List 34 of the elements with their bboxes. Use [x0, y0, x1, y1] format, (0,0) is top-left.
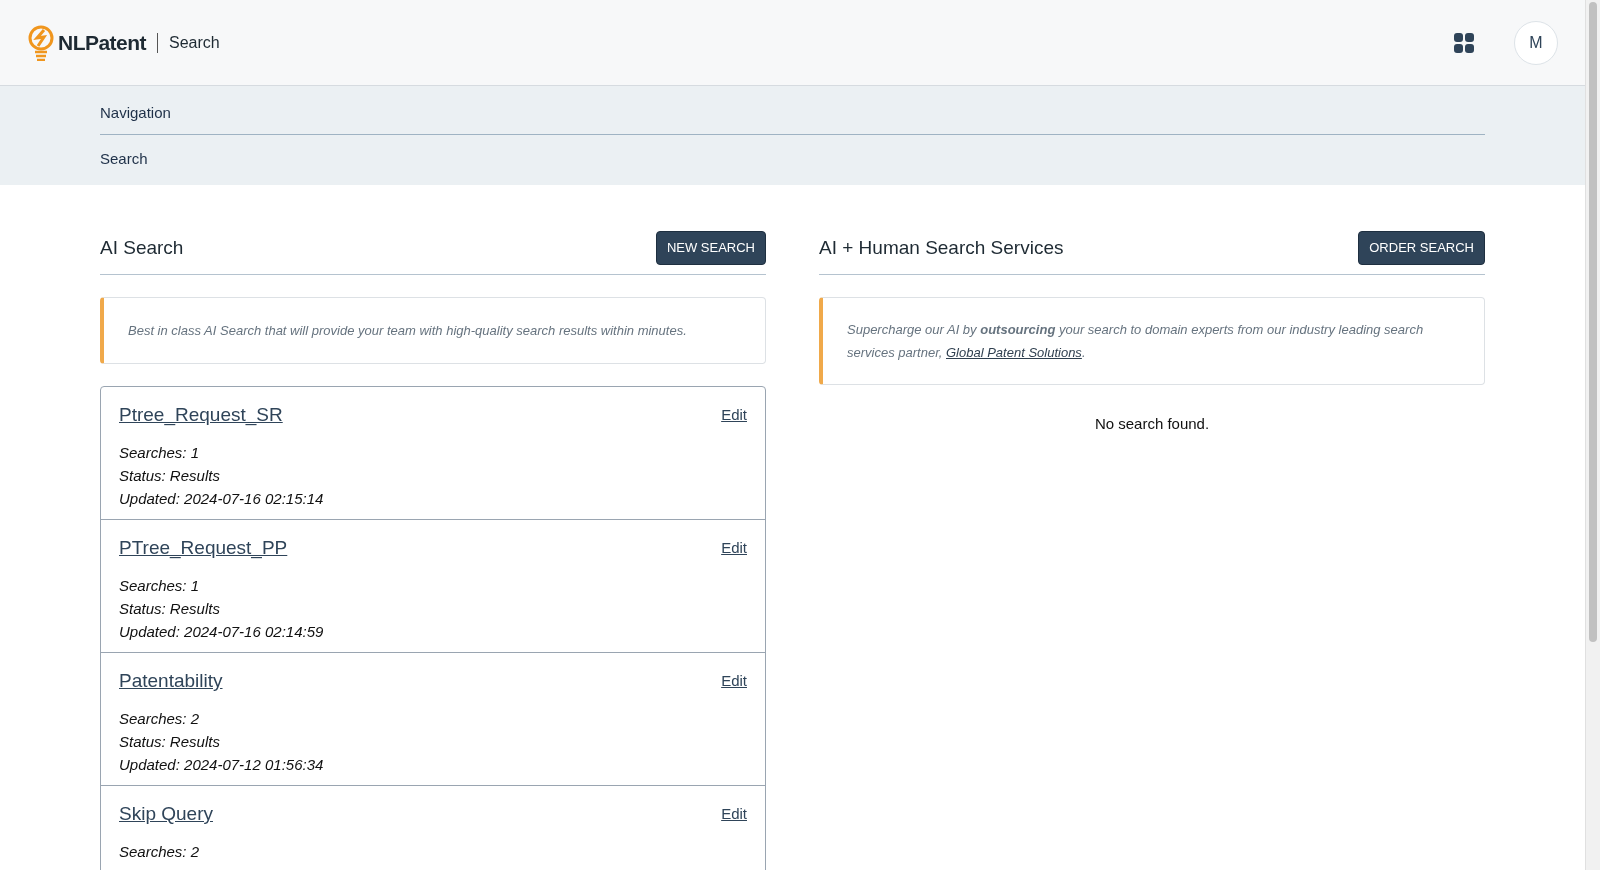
search-detail: Searches: 1: [119, 442, 201, 463]
search-name-link[interactable]: Ptree_Request_SR: [119, 401, 283, 430]
breadcrumb-link[interactable]: Search: [100, 147, 148, 170]
navigation-heading: Navigation: [100, 102, 1485, 135]
edit-link[interactable]: Edit: [721, 670, 747, 693]
search-detail: Status: Results: [119, 465, 221, 486]
new-search-button[interactable]: NEW SEARCH: [655, 231, 766, 265]
search-name-link[interactable]: Skip Query: [119, 800, 213, 829]
search-detail: Searches: 2: [119, 708, 201, 729]
search-detail: Updated: 2024-07-12 01:56:34: [119, 754, 325, 775]
search-detail: Status: Results: [119, 731, 221, 752]
section-title: AI + Human Search Services: [819, 235, 1064, 260]
search-detail: Searches: 2: [119, 841, 201, 862]
scrollbar-thumb[interactable]: [1589, 2, 1597, 642]
order-search-button[interactable]: ORDER SEARCH: [1358, 231, 1485, 265]
edit-link[interactable]: Edit: [721, 803, 747, 826]
search-name-link[interactable]: PTree_Request_PP: [119, 534, 288, 563]
lightbulb-logo-icon: [27, 24, 55, 61]
user-avatar[interactable]: M: [1514, 20, 1558, 65]
search-detail: Searches: 1: [119, 575, 201, 596]
intro-text: Best in class AI Search that will provide your team with high-quality search results within minutes.: [128, 321, 688, 340]
brand-name[interactable]: NLPatent: [58, 26, 146, 59]
edit-link[interactable]: Edit: [721, 537, 747, 560]
search-detail: Updated: 2024-07-16 02:14:59: [119, 621, 325, 642]
search-detail: Updated: 2024-07-16 02:15:14: [119, 488, 325, 509]
search-detail: Status: Results: [119, 598, 221, 619]
page-title: Search: [169, 32, 220, 53]
apps-grid-icon[interactable]: [1454, 32, 1474, 53]
section-title: AI Search: [100, 235, 184, 260]
intro-text: Supercharge our AI by outsourcing your search to domain experts from our industry leading search services partner, Global Patent Solutions.: [847, 320, 1425, 362]
empty-message: No search found.: [1093, 413, 1211, 434]
search-name-link[interactable]: Patentability: [119, 667, 223, 696]
partner-link[interactable]: Global Patent Solutions: [946, 344, 1082, 360]
edit-link[interactable]: Edit: [721, 404, 747, 427]
